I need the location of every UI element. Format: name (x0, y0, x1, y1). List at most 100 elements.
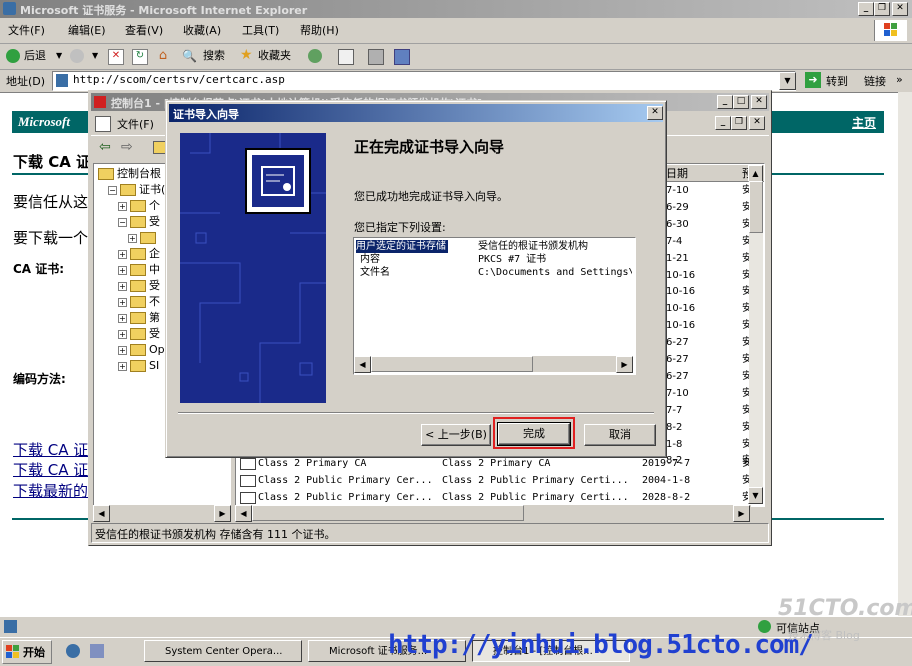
tree-node[interactable]: + 第 (118, 310, 160, 326)
menu-tools[interactable]: 工具(T) (242, 22, 279, 40)
expand-icon[interactable]: + (118, 345, 127, 355)
address-input[interactable]: http://scom/certsrv/certcarc.asp ▼ (52, 71, 796, 91)
tree-node[interactable]: + (128, 230, 159, 246)
settings-scroll-left-icon[interactable]: ◀ (354, 356, 371, 373)
expand-icon[interactable]: + (118, 201, 127, 211)
list-scroll-right-icon[interactable]: ▶ (733, 505, 750, 522)
date-row[interactable]: 1-21 安 (666, 250, 762, 267)
expand-icon[interactable]: + (118, 249, 127, 259)
expand-icon[interactable]: − (108, 185, 117, 195)
download-crl-link[interactable]: 下载最新的 (13, 480, 88, 501)
date-row[interactable]: 6-30 安 (666, 216, 762, 233)
download-ca-chain-link[interactable]: 下载 CA 证 (13, 459, 88, 480)
close-button[interactable]: ✕ (892, 2, 908, 16)
media-icon[interactable] (308, 49, 322, 63)
task-scom[interactable]: System Center Opera... (144, 640, 302, 662)
table-row[interactable]: Class 2 Public Primary Cer... Class 2 Pub… (236, 489, 764, 506)
back-dropdown-icon[interactable]: ▼ (56, 47, 62, 65)
mmc-forward-icon[interactable]: ⇨ (121, 139, 133, 155)
date-row[interactable]: 7-10 安 (666, 182, 762, 199)
menu-file[interactable]: 文件(F) (8, 22, 45, 40)
mmc-child-close-button[interactable]: ✕ (749, 116, 765, 130)
list-scroll-thumb[interactable] (749, 181, 763, 233)
date-row[interactable]: 7-10 安 (666, 385, 762, 402)
go-button-label[interactable]: 转到 (826, 73, 848, 89)
expand-icon[interactable]: − (118, 217, 127, 227)
date-row[interactable]: 7-4 安 (666, 233, 762, 250)
tree-node[interactable]: − 证书( (108, 182, 165, 198)
expand-icon[interactable]: + (118, 281, 127, 291)
settings-hscroll[interactable]: ◀ ▶ (354, 356, 633, 373)
list-scroll-left-icon[interactable]: ◀ (235, 505, 252, 522)
tree-node[interactable]: + 中 (118, 262, 160, 278)
forward-dropdown-icon[interactable]: ▼ (92, 47, 98, 65)
settings-row[interactable]: 文件名 C:\Documents and Settings\ (356, 266, 632, 279)
menu-favorites[interactable]: 收藏(A) (183, 22, 221, 40)
list-hscroll[interactable]: ◀ ▶ (235, 505, 751, 522)
restore-button[interactable]: ❐ (874, 2, 890, 16)
tree-node[interactable]: + Op (118, 342, 165, 358)
search-icon[interactable]: 🔍 (182, 49, 197, 63)
mmc-child-restore-button[interactable]: ❐ (731, 116, 747, 130)
minimize-button[interactable]: _ (858, 2, 874, 16)
favorites-star-icon[interactable]: ★ (240, 48, 254, 62)
date-row[interactable]: 10-16 安 (666, 300, 762, 317)
edit-icon[interactable] (394, 49, 410, 65)
settings-scroll-thumb[interactable] (371, 356, 533, 372)
home-link[interactable]: 主页 (852, 114, 876, 131)
stop-icon[interactable]: ✕ (108, 49, 124, 65)
date-row[interactable]: 6-27 安 (666, 334, 762, 351)
col-header-date[interactable]: 日期 (666, 165, 688, 181)
mmc-maximize-button[interactable]: □ (733, 95, 749, 109)
date-row[interactable]: 7-7 安 (666, 402, 762, 419)
tree-node[interactable]: + 受 (118, 278, 160, 294)
tree-node[interactable]: + 企 (118, 246, 160, 262)
list-scroll-down-icon[interactable]: ▼ (748, 487, 763, 504)
go-arrow-icon[interactable]: ➜ (805, 72, 821, 88)
quicklaunch-ie-icon[interactable] (66, 644, 80, 658)
search-button-label[interactable]: 搜索 (203, 47, 225, 65)
tree-node[interactable]: + SI (118, 358, 159, 374)
mmc-minimize-button[interactable]: _ (717, 95, 733, 109)
download-ca-cert-link[interactable]: 下载 CA 证 (13, 439, 88, 460)
date-row[interactable]: 6-27 安 (666, 368, 762, 385)
expand-icon[interactable]: + (118, 361, 127, 371)
tree-node[interactable]: 控制台根 (98, 166, 161, 182)
date-row[interactable]: 10-16 安 (666, 267, 762, 284)
date-row[interactable]: 6-29 安 (666, 199, 762, 216)
expand-icon[interactable]: + (118, 265, 127, 275)
address-dropdown-icon[interactable]: ▼ (779, 72, 796, 90)
wizard-cancel-button[interactable]: 取消 (584, 424, 656, 446)
mmc-back-icon[interactable]: ⇦ (99, 139, 111, 155)
menu-view[interactable]: 查看(V) (125, 22, 163, 40)
settings-row[interactable]: 用户选定的证书存储 受信任的根证书颁发机构 (356, 240, 632, 253)
table-row[interactable]: Class 2 Public Primary Cer... Class 2 Pub… (236, 472, 764, 489)
wizard-back-button[interactable]: < 上一步(B) (421, 424, 491, 446)
settings-listbox[interactable]: 用户选定的证书存储 受信任的根证书颁发机构 内容 PKCS #7 证书 文件名 … (353, 237, 636, 375)
wizard-finish-button[interactable]: 完成 (497, 422, 571, 446)
tree-scroll-left-icon[interactable]: ◀ (93, 505, 110, 522)
back-button-label[interactable]: 后退 (24, 47, 46, 65)
expand-icon[interactable]: + (118, 329, 127, 339)
page-scrollbar[interactable] (898, 92, 912, 616)
back-arrow-icon[interactable] (6, 49, 20, 63)
date-row[interactable]: 6-27 安 (666, 351, 762, 368)
tree-node[interactable]: − 受 (118, 214, 160, 230)
print-icon[interactable] (368, 49, 384, 65)
tree-node[interactable]: + 受 (118, 326, 160, 342)
menu-help[interactable]: 帮助(H) (300, 22, 339, 40)
list-vscroll[interactable]: ▲ ▼ (748, 165, 763, 504)
menu-edit[interactable]: 编辑(E) (68, 22, 106, 40)
favorites-button-label[interactable]: 收藏夹 (258, 47, 291, 65)
date-row[interactable]: 10-16 安 (666, 283, 762, 300)
date-row[interactable]: 10-16 安 (666, 317, 762, 334)
quicklaunch-desktop-icon[interactable] (90, 644, 104, 658)
settings-row[interactable]: 内容 PKCS #7 证书 (356, 253, 632, 266)
date-row[interactable]: 8-2 安 (666, 419, 762, 436)
tree-hscroll[interactable]: ◀ ▶ (93, 505, 231, 522)
links-label[interactable]: 链接 (864, 73, 886, 89)
mmc-close-button[interactable]: ✕ (751, 95, 767, 109)
list-scroll-up-icon[interactable]: ▲ (748, 165, 763, 182)
tree-scroll-right-icon[interactable]: ▶ (214, 505, 231, 522)
expand-icon[interactable]: + (118, 297, 127, 307)
